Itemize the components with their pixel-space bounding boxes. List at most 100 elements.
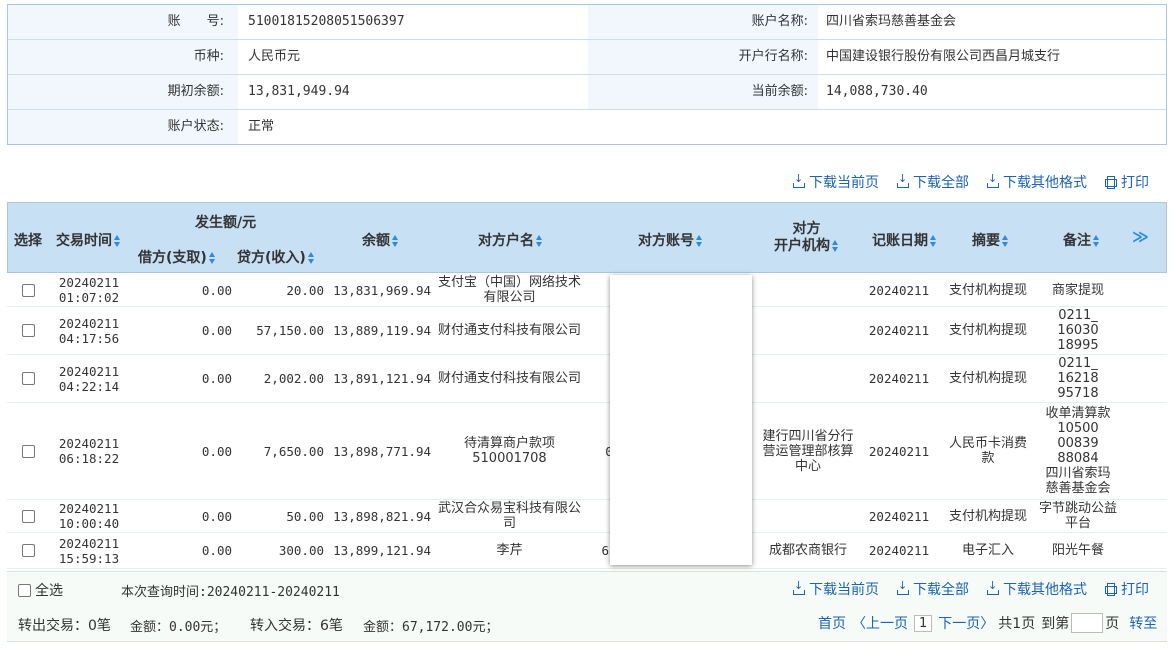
row-checkbox[interactable] (21, 444, 35, 458)
header-cp-name[interactable]: 对方户名 (478, 230, 543, 250)
header-remark[interactable]: 备注 (1063, 230, 1100, 250)
header-debit-label: 借方(支取) (138, 250, 207, 266)
cell-remark-wrap: 阳光午餐 (1033, 533, 1123, 568)
cell-post-date-wrap: 20240211 (859, 274, 939, 306)
current-balance: 14,088,730.40 (826, 84, 928, 99)
print-label: 打印 (1121, 582, 1149, 598)
print-link[interactable]: 打印 (1105, 580, 1149, 598)
row-checkbox[interactable] (21, 283, 35, 297)
cell-remark-wrap: 收单清算款 10500 00839 88084 四川省索玛 慈善基金会 (1033, 403, 1123, 499)
header-debit[interactable]: 借方(支取) (138, 247, 216, 267)
account-name-label: 账户名称: (588, 5, 818, 39)
header-post-date-label: 记账日期 (872, 233, 928, 249)
current-page[interactable]: 1 (914, 614, 933, 632)
cell-remark: 商家提现 (1051, 282, 1104, 298)
print-link[interactable]: 打印 (1105, 173, 1149, 191)
header-summary-label: 摘要 (972, 233, 1000, 249)
more-columns-icon[interactable]: ≫ (1132, 227, 1149, 246)
download-page-label: 下载当前页 (809, 175, 879, 191)
table-row: 20240211 04:17:56 0.00 57,150.00 13,889,119.… (7, 307, 1167, 355)
cell-post-date: 20240211 (868, 508, 930, 524)
header-balance[interactable]: 余额 (362, 230, 399, 250)
cell-select (7, 355, 49, 402)
transaction-time: 20240211 15:59:13 (58, 535, 120, 566)
cell-cp-bank-wrap: 成都农商银行 (762, 533, 854, 568)
account-name: 四川省索玛慈善基金会 (826, 14, 957, 29)
cell-cp-name: 支付宝（中国）网络技术有限公司 (437, 275, 581, 305)
download-all-link[interactable]: 下载全部 (897, 172, 969, 191)
download-page-link[interactable]: 下载当前页 (793, 579, 879, 598)
sort-icon (392, 235, 399, 247)
table-row: 20240211 06:18:22 0.00 7,650.00 13,898,771.9… (7, 403, 1167, 500)
header-post-date[interactable]: 记账日期 (872, 230, 937, 250)
header-time[interactable]: 交易时间 (56, 230, 121, 250)
cell-post-date-wrap: 20240211 (859, 307, 939, 354)
header-summary[interactable]: 摘要 (972, 230, 1009, 250)
goto-page-input[interactable] (1071, 613, 1104, 633)
header-remark-label: 备注 (1063, 233, 1091, 249)
cell-post-date: 20240211 (868, 323, 930, 338)
cell-credit-wrap: 7,650.00 (232, 403, 324, 499)
sort-icon (696, 235, 703, 247)
cell-post-date: 20240211 (868, 443, 930, 459)
header-cp-bank[interactable]: 对方 开户机构 (774, 221, 839, 255)
cell-balance: 13,898,821.94 (333, 508, 431, 524)
cell-remark-wrap: 商家提现 (1033, 274, 1123, 306)
cell-remark-wrap: 0211_ 16030 18995 (1033, 307, 1123, 354)
cell-post-date-wrap: 20240211 (859, 355, 939, 402)
cell-cp-name: 财付通支付科技有限公司 (437, 323, 581, 338)
goto-button[interactable]: 转至 (1129, 613, 1157, 633)
header-cp-account[interactable]: 对方账号 (638, 230, 703, 250)
header-credit[interactable]: 贷方(收入) (237, 247, 315, 267)
cell-cp-bank-wrap (762, 274, 854, 306)
currency-label: 币种: (8, 40, 238, 74)
account-number: 51001815208051506397 (248, 14, 405, 29)
download-other-link[interactable]: 下载其他格式 (987, 579, 1087, 598)
table-row: 20240211 04:22:14 0.00 2,002.00 13,891,121.9… (7, 355, 1167, 403)
table-row: 20240211 15:59:13 0.00 300.00 13,899,121.94 李… (7, 533, 1167, 569)
cell-time: 20240211 04:17:56 (49, 307, 129, 354)
sort-icon (307, 252, 315, 264)
next-page-link[interactable]: 下一页〉 (938, 613, 994, 633)
cell-debit: 0.00 (201, 282, 232, 298)
download-all-link[interactable]: 下载全部 (897, 579, 969, 598)
cell-cp-bank: 成都农商银行 (768, 543, 847, 558)
prev-page-link[interactable]: 〈上一页 (852, 613, 908, 633)
row-checkbox[interactable] (21, 544, 35, 557)
row-checkbox[interactable] (21, 509, 35, 523)
cell-summary: 支付机构提现 (948, 282, 1027, 298)
cell-remark: 0211_ 16030 18995 (1057, 308, 1099, 353)
cell-balance: 13,899,121.94 (333, 543, 431, 558)
cell-credit: 2,002.00 (263, 371, 324, 386)
cell-credit: 20.00 (286, 282, 324, 298)
download-other-link[interactable]: 下载其他格式 (987, 172, 1087, 191)
header-credit-label: 贷方(收入) (237, 250, 306, 266)
cell-time: 20240211 06:18:22 (49, 403, 129, 499)
cell-summary: 电子汇入 (961, 543, 1014, 558)
cell-balance-wrap: 13,898,771.94 (324, 403, 431, 499)
cell-select (7, 307, 49, 354)
out-count: 转出交易：0笔 (18, 618, 111, 634)
info-row-currency: 币种: 人民币元 开户行名称: 中国建设银行股份有限公司西昌月城支行 (8, 40, 1166, 75)
cell-cp-name-wrap: 财付通支付科技有限公司 (437, 307, 582, 354)
first-page-link[interactable]: 首页 (818, 613, 846, 633)
select-all-checkbox[interactable] (18, 583, 31, 597)
cell-summary-wrap: 支付机构提现 (947, 307, 1029, 354)
bank-label: 开户行名称: (588, 40, 818, 74)
download-page-link[interactable]: 下载当前页 (793, 172, 879, 191)
cell-cp-name-wrap: 支付宝（中国）网络技术有限公司 (437, 274, 582, 306)
cell-cp-name-wrap: 李芹 (437, 533, 582, 568)
cell-select (7, 533, 49, 568)
sort-icon (1093, 235, 1100, 247)
pagination: 首页 〈上一页 1 下一页〉 共1页 到第 页 转至 (818, 613, 1157, 633)
cell-select (7, 403, 49, 499)
download-all-label: 下载全部 (913, 175, 969, 191)
select-all-control[interactable]: 全选 (18, 580, 63, 600)
table-row: 20240211 10:00:40 0.00 50.00 13,898,821.94 武汉… (7, 500, 1167, 533)
row-checkbox[interactable] (21, 324, 35, 337)
cell-post-date: 20240211 (868, 371, 930, 386)
cell-remark-wrap: 0211_ 16218 95718 (1033, 355, 1123, 402)
header-time-label: 交易时间 (56, 233, 112, 249)
row-checkbox[interactable] (21, 372, 35, 385)
print-label: 打印 (1121, 175, 1149, 191)
